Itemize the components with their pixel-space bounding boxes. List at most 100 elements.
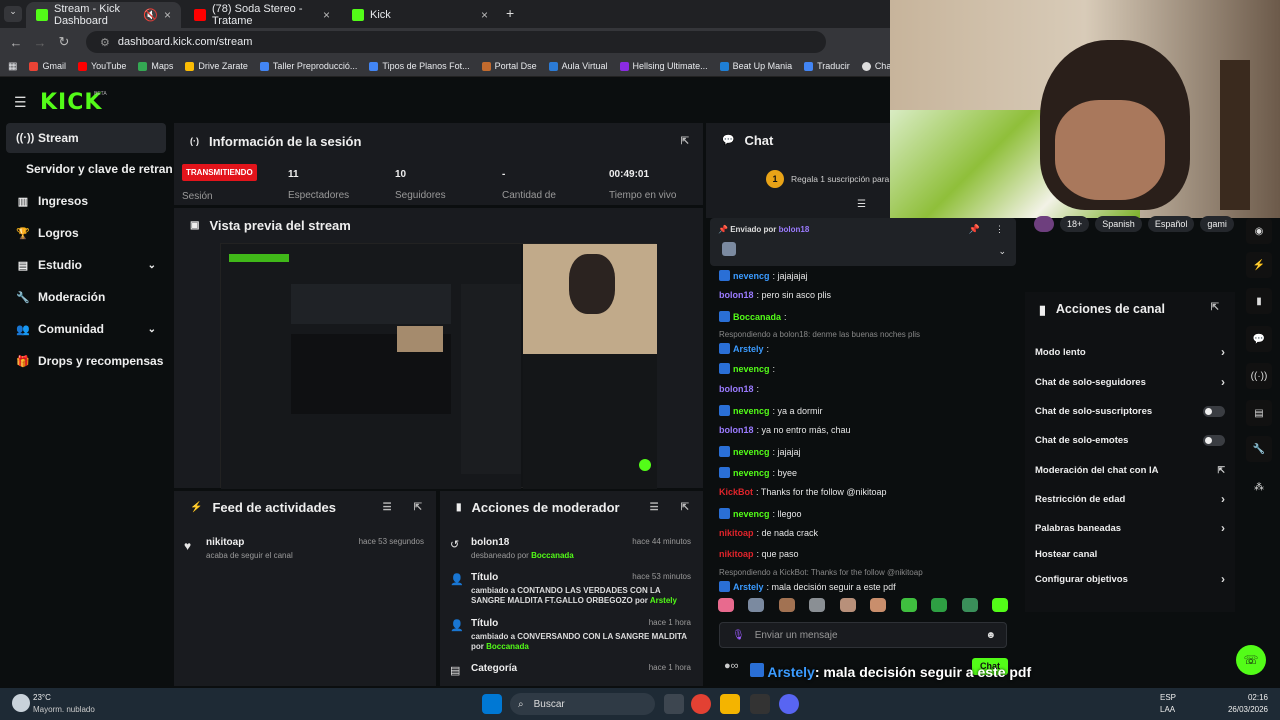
task-view-icon[interactable] [664,694,684,714]
weather-desc[interactable]: Mayorm. nublado [33,705,95,714]
sidebar-item-server-key[interactable]: Servidor y clave de retransmisión [6,154,172,184]
rail-list-icon[interactable]: ▤ [1246,400,1272,426]
start-icon[interactable] [482,694,502,714]
sidebar-item-stream[interactable]: ((·)) Stream [6,123,166,153]
rail-apps-icon[interactable]: ⁂ [1246,474,1272,500]
channel-action-7[interactable]: Hostear canal [1035,546,1225,562]
chevron-down-icon[interactable]: ⌄ [998,246,1006,257]
bookmark-beatup[interactable]: Beat Up Mania [719,61,792,71]
rail-chat-icon[interactable]: 💬 [1246,326,1272,352]
rail-wrench-icon[interactable]: 🔧 [1246,436,1272,462]
gift-sub-text[interactable]: Regala 1 suscripción para [791,174,889,184]
app-icon[interactable] [750,694,770,714]
filter-icon[interactable]: ☰ [650,502,659,513]
sidebar-item-estudio[interactable]: ▤ Estudio ⌄ [6,250,166,280]
popout-icon[interactable]: ⇱ [681,502,689,513]
stream-preview-video[interactable] [220,243,657,489]
chat-username[interactable]: Arstely [733,344,764,354]
filter-icon[interactable]: ☰ [383,502,392,513]
pin-icon[interactable]: 📌 [969,224,980,235]
channel-action-4[interactable]: Moderación del chat con IA ⇱ [1035,462,1225,478]
tag[interactable]: Español [1147,216,1195,232]
menu-icon[interactable]: ☰ [14,94,27,111]
bookmark-chatgpt[interactable]: ChatGPT [861,61,890,71]
more-icon[interactable]: ⋮ [995,224,1004,235]
tag[interactable]: gami [1200,216,1234,232]
language-indicator[interactable]: ESP [1160,693,1176,702]
chat-input[interactable]: 🎙 Enviar un mensaje ☻ [719,622,1007,648]
discord-icon[interactable] [779,694,799,714]
site-info-icon[interactable]: ⚙ [100,36,110,49]
sidebar-item-comunidad[interactable]: 👥 Comunidad ⌄ [6,314,166,344]
chat-username[interactable]: nevencg [733,271,770,281]
bookmark-drive[interactable]: Drive Zarate [185,61,248,71]
channel-action-2[interactable]: Chat de solo-suscriptores [1035,403,1225,419]
close-icon[interactable]: × [323,8,330,22]
sidebar-item-ingresos[interactable]: ▥ Ingresos [6,186,166,216]
chat-username[interactable]: Boccanada [733,312,781,322]
bookmark-maps[interactable]: Maps [138,61,173,71]
channel-action-3[interactable]: Chat de solo-emotes [1035,432,1225,448]
reload-icon[interactable]: ↻ [52,34,76,50]
tab-stream-dashboard[interactable]: Stream - Kick Dashboard 🔇 × [26,2,181,28]
channel-action-8[interactable]: Configurar objetivos › [1035,571,1225,587]
close-icon[interactable]: × [164,8,171,22]
channel-action-0[interactable]: Modo lento › [1035,344,1225,360]
rail-document-icon[interactable]: ▮ [1246,288,1272,314]
apps-icon[interactable]: ▦ [8,61,17,72]
new-tab-icon[interactable]: + [506,5,514,21]
bookmark-aula[interactable]: Aula Virtual [548,61,608,71]
channel-action-1[interactable]: Chat de solo-seguidores › [1035,374,1225,390]
chat-username[interactable]: nevencg [733,406,770,416]
chrome-icon[interactable] [691,694,711,714]
chat-username[interactable]: bolon18 [719,384,754,394]
forward-icon[interactable]: → [28,35,52,50]
tag[interactable]: 18+ [1060,216,1090,232]
sidebar-item-moderacion[interactable]: 🔧 Moderación [6,282,166,312]
chat-username[interactable]: nevencg [733,468,770,478]
tab-search-icon[interactable]: ⌄ [4,6,22,22]
chat-username[interactable]: bolon18 [719,290,754,300]
mute-icon[interactable]: 🔇 [143,8,158,22]
chat-username[interactable]: Arstely [733,582,764,592]
bookmark-traducir[interactable]: Traducir [804,61,850,71]
filter-icon[interactable]: ☰ [857,199,866,210]
tab-youtube[interactable]: (78) Soda Stereo - Tratame × [184,2,340,28]
rail-camera-icon[interactable]: ◉ [1246,218,1272,244]
chat-username[interactable]: nikitoap [719,549,754,559]
bookmark-portal[interactable]: Portal Dse [481,61,537,71]
settings-icon[interactable]: ●∞ [724,660,739,672]
toggle-switch[interactable] [1203,434,1225,446]
chat-username[interactable]: nevencg [733,447,770,457]
emoji-icon[interactable]: ☻ [985,630,996,641]
taskbar-search[interactable]: ⌕ Buscar [510,693,655,715]
clock-time[interactable]: 02:16 [1228,693,1268,702]
tab-kick[interactable]: Kick × [342,2,498,28]
popout-icon[interactable]: ⇱ [681,136,689,147]
toggle-switch[interactable] [1203,405,1225,417]
bookmark-youtube[interactable]: YouTube [77,61,126,71]
clock-date[interactable]: 26/03/2026 [1220,705,1268,714]
chat-username[interactable]: nevencg [733,364,770,374]
chat-username[interactable]: KickBot [719,487,753,497]
sidebar-item-logros[interactable]: 🏆 Logros [6,218,166,248]
popout-icon[interactable]: ⇱ [1211,302,1219,317]
channel-action-5[interactable]: Restricción de edad › [1035,491,1225,507]
help-button[interactable]: ☏ [1236,645,1266,675]
bookmark-tipos[interactable]: Tipos de Planos Fot... [369,61,470,71]
chat-username[interactable]: nevencg [733,509,770,519]
back-icon[interactable]: ← [4,35,28,50]
bookmark-taller[interactable]: Taller Preproducció... [259,61,357,71]
language-indicator-2[interactable]: LAA [1160,705,1175,714]
bookmark-gmail[interactable]: Gmail [29,61,66,71]
sidebar-item-drops[interactable]: 🎁 Drops y recompensas [6,346,166,376]
channel-action-6[interactable]: Palabras baneadas › [1035,520,1225,536]
bookmark-hellsing[interactable]: Hellsing Ultimate... [619,61,708,71]
rail-broadcast-icon[interactable]: ((·)) [1246,363,1272,389]
chat-username[interactable]: bolon18 [719,425,754,435]
popout-icon[interactable]: ⇱ [414,502,422,513]
chat-username[interactable]: nikitoap [719,528,754,538]
url-field[interactable]: ⚙ dashboard.kick.com/stream [86,31,826,53]
close-icon[interactable]: × [481,8,488,22]
tag[interactable]: Spanish [1095,216,1142,232]
